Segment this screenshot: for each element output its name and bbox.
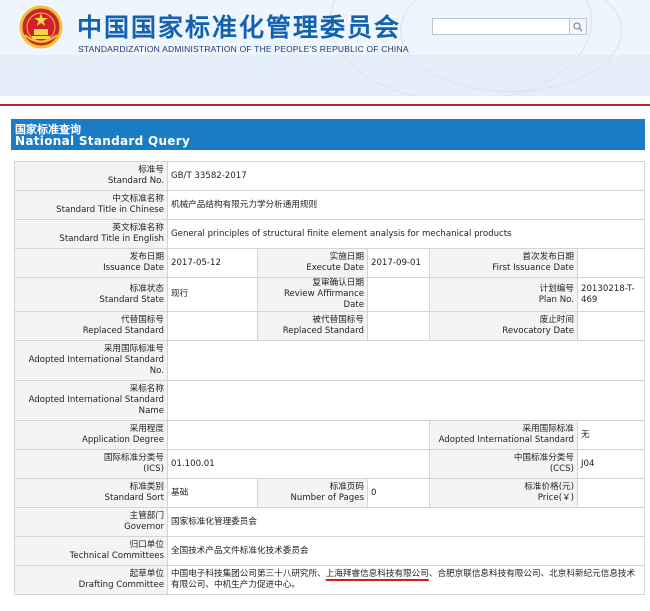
value-ics: 01.100.01 <box>167 449 430 479</box>
table-row: 采标名称 Adopted International Standard Name <box>14 380 646 421</box>
search-button[interactable] <box>569 19 586 34</box>
label-adopted-intl-no: 采用国际标准号 Adopted International Standard No… <box>14 340 168 381</box>
value-standard-state: 现行 <box>167 277 258 312</box>
value-review-date <box>367 277 430 312</box>
plan-no-link[interactable]: 20130218-T-469 <box>576 277 646 312</box>
value-replaced-by <box>367 311 430 341</box>
label-tech-committees: 归口单位 Technical Committees <box>14 536 168 566</box>
label-replaced: 代替国标号 Replaced Standard <box>14 311 168 341</box>
label-price: 标准价格(元) Price(￥) <box>429 478 578 508</box>
table-row: 标准号 Standard No. GB/T 33582-2017 <box>14 161 646 191</box>
value-adopted-intl: 无 <box>576 420 646 450</box>
label-sort: 标准类别 Standard Sort <box>14 478 168 508</box>
label-standard-state: 标准状态 Standard State <box>14 277 168 312</box>
value-title-en: General principles of structural finite … <box>166 219 646 249</box>
search-box[interactable] <box>432 18 587 35</box>
table-row: 起草单位 Drafting Committee 中国电子科技集团公司第三十八研究所… <box>14 565 646 595</box>
label-review-date: 复审确认日期 Review Affirmance Date <box>257 277 368 312</box>
table-row: 主管部门 Governor 国家标准化管理委员会 <box>14 507 646 537</box>
label-pages: 标准页码 Number of Pages <box>257 478 368 508</box>
label-execute-date: 实施日期 Execute Date <box>257 248 368 278</box>
drafting-org-highlighted: 上海拜睿信息科技有限公司 <box>325 569 429 579</box>
value-adopted-intl-no <box>166 340 646 381</box>
table-row: 采用国际标准号 Adopted International Standard No… <box>14 340 646 381</box>
value-first-issuance <box>576 248 646 278</box>
label-replaced-by: 被代替国标号 Replaced Standard <box>257 311 368 341</box>
search-icon <box>573 21 583 31</box>
label-first-issuance: 首次发布日期 First Issuance Date <box>429 248 578 278</box>
value-governor: 国家标准化管理委员会 <box>166 507 646 537</box>
label-drafting: 起草单位 Drafting Committee <box>14 565 168 595</box>
table-row: 发布日期 Issuance Date 2017-05-12 实施日期 Execute… <box>14 248 646 278</box>
value-tech-committees: 全国技术产品文件标准化技术委员会 <box>166 536 646 566</box>
standard-detail-table: 标准号 Standard No. GB/T 33582-2017 中文标准名称 St… <box>14 161 646 595</box>
header-divider <box>0 104 650 106</box>
label-title-en: 英文标准名称 Standard Title in English <box>14 219 168 249</box>
drafting-org-1: 中国电子科技集团公司第三十八研究所、 <box>171 569 326 579</box>
value-ccs: J04 <box>576 449 646 479</box>
value-replaced <box>167 311 258 341</box>
value-revocatory <box>576 311 646 341</box>
label-ics: 国际标准分类号 (ICS) <box>14 449 168 479</box>
value-issuance-date: 2017-05-12 <box>167 248 258 278</box>
table-row: 采用程度 Application Degree 采用国际标准 Adopted Int… <box>14 420 646 450</box>
table-row: 归口单位 Technical Committees 全国技术产品文件标准化技术委员… <box>14 536 646 566</box>
site-title-en: STANDARDIZATION ADMINISTRATION OF THE PE… <box>78 44 409 54</box>
label-governor: 主管部门 Governor <box>14 507 168 537</box>
value-sort: 基础 <box>167 478 258 508</box>
label-plan-no: 计划编号 Plan No. <box>429 277 578 312</box>
value-adopted-intl-name <box>166 380 646 421</box>
label-adopted-intl-name: 采标名称 Adopted International Standard Name <box>14 380 168 421</box>
table-row: 中文标准名称 Standard Title in Chinese 机械产品结构有限… <box>14 190 646 220</box>
value-drafting: 中国电子科技集团公司第三十八研究所、上海拜睿信息科技有限公司、合肥京联信息科技有… <box>166 565 646 595</box>
table-row: 标准类别 Standard Sort 基础 标准页码 Number of Pages… <box>14 478 646 508</box>
label-title-cn: 中文标准名称 Standard Title in Chinese <box>14 190 168 220</box>
table-row: 英文标准名称 Standard Title in English General … <box>14 219 646 249</box>
label-standard-no: 标准号 Standard No. <box>14 161 168 191</box>
label-issuance-date: 发布日期 Issuance Date <box>14 248 168 278</box>
label-ccs: 中国标准分类号 (CCS) <box>429 449 578 479</box>
value-pages: 0 <box>367 478 430 508</box>
label-app-degree: 采用程度 Application Degree <box>14 420 168 450</box>
value-app-degree <box>167 420 430 450</box>
value-title-cn: 机械产品结构有限元力学分析通用规则 <box>166 190 646 220</box>
table-row: 标准状态 Standard State 现行 复审确认日期 Review Affir… <box>14 277 646 312</box>
site-header: 中国国家标准化管理委员会 STANDARDIZATION ADMINISTRAT… <box>0 0 650 96</box>
value-standard-no: GB/T 33582-2017 <box>166 161 646 191</box>
value-execute-date: 2017-09-01 <box>367 248 430 278</box>
label-adopted-intl: 采用国际标准 Adopted International Standard <box>429 420 578 450</box>
banner-title-en: National Standard Query <box>15 134 191 148</box>
value-price <box>576 478 646 508</box>
table-row: 代替国标号 Replaced Standard 被代替国标号 Replaced St… <box>14 311 646 341</box>
label-revocatory: 废止时间 Revocatory Date <box>429 311 578 341</box>
section-banner: 国家标准查询 National Standard Query <box>11 119 645 150</box>
table-row: 国际标准分类号 (ICS) 01.100.01 中国标准分类号 (CCS) J04 <box>14 449 646 479</box>
site-title-cn: 中国国家标准化管理委员会 <box>77 13 402 42</box>
national-emblem-icon <box>19 5 63 49</box>
